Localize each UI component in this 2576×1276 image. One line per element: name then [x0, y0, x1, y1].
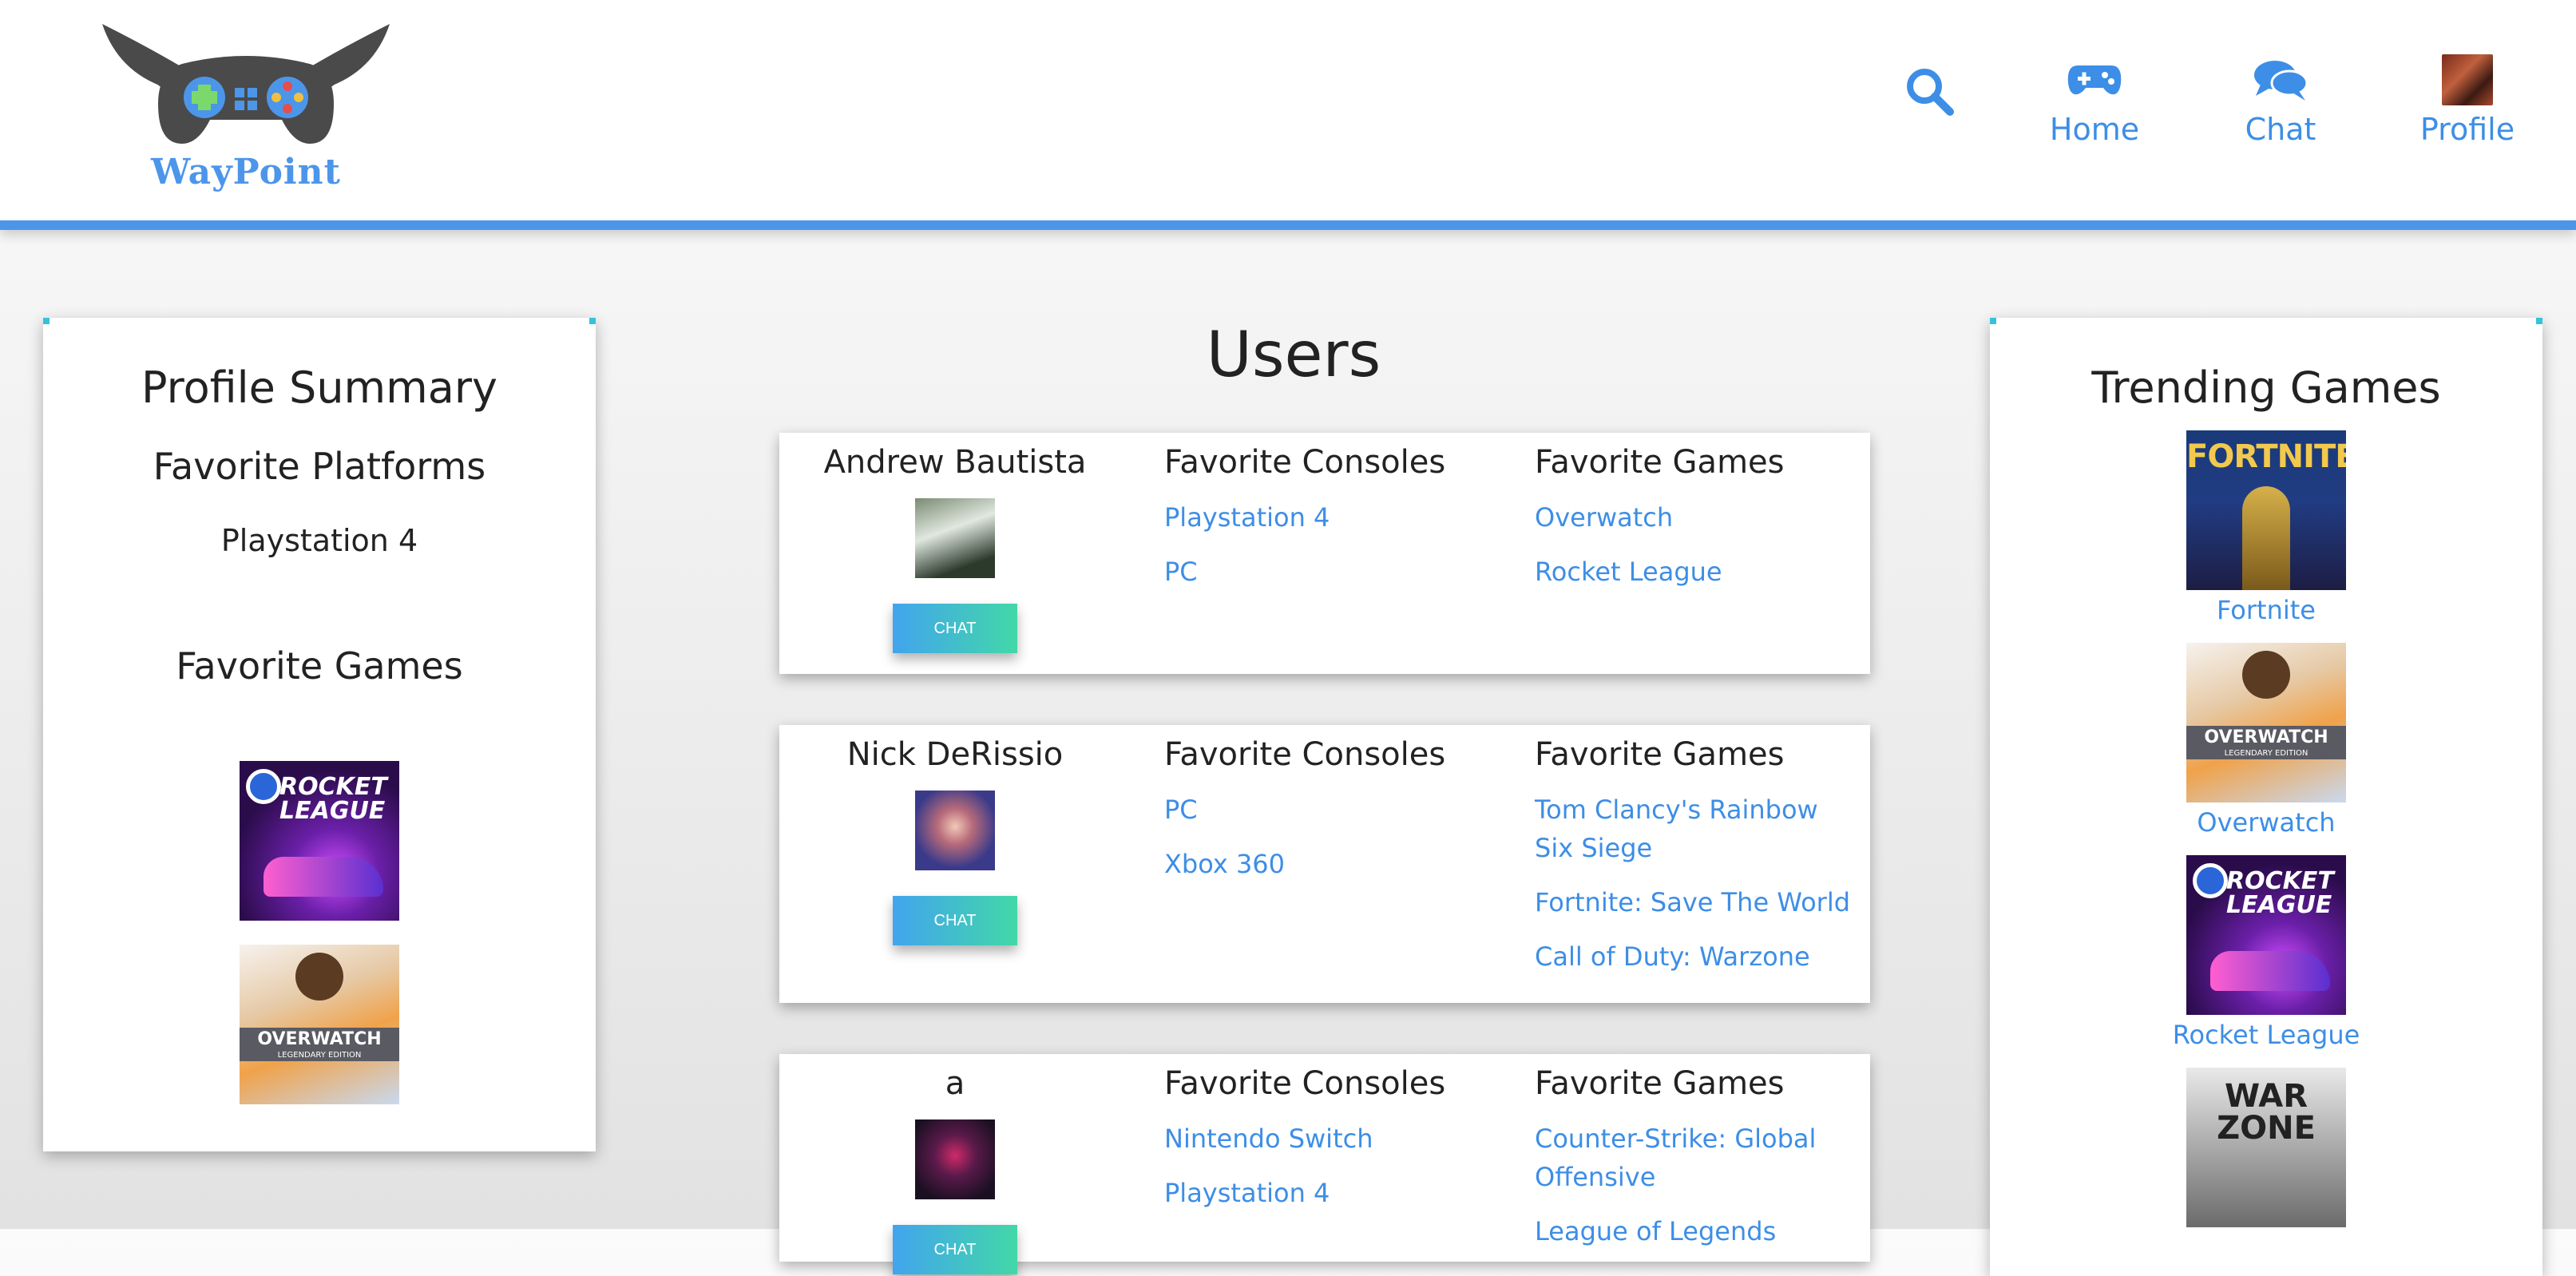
rocket-league-cover[interactable]: ROCKET LEAGUE — [2186, 855, 2346, 1015]
game-link[interactable]: Call of Duty: Warzone — [1535, 937, 1862, 976]
console-link[interactable]: Nintendo Switch — [1164, 1119, 1516, 1158]
console-link[interactable]: Playstation 4 — [1164, 498, 1516, 537]
trending-games-title: Trending Games — [2091, 363, 2441, 413]
game-link[interactable]: Fortnite: Save The World — [1535, 883, 1862, 921]
rocket-league-cover[interactable]: ROCKET LEAGUE — [240, 761, 399, 921]
favorite-platforms-title: Favorite Platforms — [153, 445, 486, 488]
console-link[interactable]: Playstation 4 — [1164, 1174, 1516, 1212]
user-card: Nick DeRissio CHAT Favorite Consoles PC … — [779, 725, 1870, 1003]
user-avatar — [915, 498, 995, 578]
favorite-consoles-header: Favorite Consoles — [1164, 444, 1446, 481]
profile-summary-title: Profile Summary — [141, 363, 498, 413]
controller-wings-icon — [102, 24, 390, 144]
chat-button[interactable]: CHAT — [893, 896, 1017, 945]
profile-summary-card: Profile Summary Favorite Platforms Plays… — [43, 318, 596, 1151]
favorite-consoles-header: Favorite Consoles — [1164, 1065, 1446, 1102]
user-name: Nick DeRissio — [846, 736, 1064, 773]
trending-game[interactable]: FORTNITE Fortnite — [1990, 430, 2542, 625]
nav-chat[interactable]: Chat — [2241, 48, 2320, 147]
favorite-games-header: Favorite Games — [1535, 444, 1785, 481]
console-link[interactable]: Xbox 360 — [1164, 845, 1516, 883]
chat-button[interactable]: CHAT — [893, 1225, 1017, 1274]
user-card: a CHAT Favorite Consoles Nintendo Switch… — [779, 1054, 1870, 1274]
search-icon — [1907, 69, 1954, 116]
favorite-games-title: Favorite Games — [176, 644, 463, 688]
users-title: Users — [1206, 319, 1381, 391]
favorite-games-list: ROCKET LEAGUE OVERWATCH LEGENDARY EDITION — [43, 761, 596, 1104]
fortnite-cover[interactable]: FORTNITE — [2186, 430, 2346, 590]
favorite-consoles-header: Favorite Consoles — [1164, 736, 1446, 773]
user-avatar — [915, 1119, 995, 1199]
profile-avatar — [2442, 54, 2493, 105]
trending-game-link[interactable]: Overwatch — [1990, 807, 2542, 838]
nav-chat-label: Chat — [2245, 112, 2316, 147]
game-link[interactable]: League of Legends — [1535, 1212, 1862, 1250]
trending-game[interactable]: WAR ZONE — [1990, 1068, 2542, 1227]
trending-game-link[interactable]: Rocket League — [1990, 1020, 2542, 1050]
game-link[interactable]: Tom Clancy's Rainbow Six Siege — [1535, 791, 1862, 867]
favorite-games-header: Favorite Games — [1535, 1065, 1785, 1102]
nav-home-label: Home — [2049, 112, 2140, 147]
game-link[interactable]: Rocket League — [1535, 553, 1862, 591]
logo-text: WayPoint — [151, 152, 341, 192]
top-header: WayPoint Home Chat Profile — [0, 0, 2576, 230]
game-link[interactable]: Overwatch — [1535, 498, 1862, 537]
favorite-platform: Playstation 4 — [220, 523, 418, 558]
overwatch-cover[interactable]: OVERWATCH LEGENDARY EDITION — [2186, 643, 2346, 802]
favorite-games-header: Favorite Games — [1535, 736, 1785, 773]
gamepad-icon — [2067, 65, 2122, 95]
trending-game[interactable]: ROCKET LEAGUE Rocket League — [1990, 855, 2542, 1050]
game-link[interactable]: Counter-Strike: Global Offensive — [1535, 1119, 1862, 1196]
nav-home[interactable]: Home — [2043, 48, 2146, 147]
nav-profile[interactable]: Profile — [2412, 48, 2523, 147]
trending-game[interactable]: OVERWATCH LEGENDARY EDITION Overwatch — [1990, 643, 2542, 838]
console-link[interactable]: PC — [1164, 791, 1516, 829]
waypoint-logo[interactable]: WayPoint — [94, 16, 398, 198]
trending-games-card: Trending Games FORTNITE Fortnite OVERWAT… — [1990, 318, 2542, 1276]
nav-profile-label: Profile — [2419, 112, 2515, 147]
chat-button[interactable]: CHAT — [893, 604, 1017, 653]
warzone-cover[interactable]: WAR ZONE — [2186, 1068, 2346, 1227]
overwatch-cover[interactable]: OVERWATCH LEGENDARY EDITION — [240, 945, 399, 1104]
user-avatar — [915, 791, 995, 870]
chat-bubbles-icon — [2254, 61, 2308, 101]
user-name: a — [945, 1065, 965, 1102]
user-name: Andrew Bautista — [823, 444, 1087, 481]
search-button[interactable] — [1904, 65, 1955, 117]
console-link[interactable]: PC — [1164, 553, 1516, 591]
trending-game-link[interactable]: Fortnite — [1990, 595, 2542, 625]
user-card: Andrew Bautista CHAT Favorite Consoles P… — [779, 433, 1870, 674]
